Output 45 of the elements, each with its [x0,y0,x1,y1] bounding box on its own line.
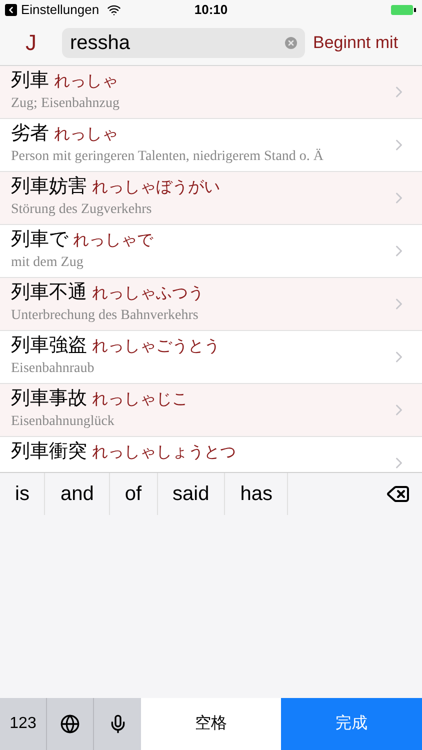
word-text: 劣者 [11,122,49,146]
filter-button[interactable]: Beginnt mit [313,30,398,56]
done-key[interactable]: 完成 [281,698,422,750]
reading-text: れっしゃふつう [92,284,204,304]
reading-text: れっしゃごうとう [92,337,220,357]
word-text: 列車妨害 [11,175,87,199]
meaning-text: Eisenbahnunglück [11,413,116,431]
result-row[interactable]: 列車妨害 れっしゃぼうがい Störung des Zugverkehrs [0,172,422,225]
reading-text: れっしゃ [54,72,118,92]
space-key[interactable]: 空格 [141,698,281,750]
mode-button[interactable]: J [0,26,62,59]
reading-text: れっしゃじこ [92,390,188,410]
globe-key[interactable] [47,698,94,750]
result-row[interactable]: 列車強盗 れっしゃごうとう Eisenbahnraub [0,331,422,384]
reading-text: れっしゃしょうとつ [92,443,236,463]
meaning-text: Eisenbahnraub [11,360,96,378]
result-row[interactable]: 劣者 れっしゃ Person mit geringeren Talenten, niedrigerem Stand o. Ä [0,119,422,172]
meaning-text: Unterbrechung des Bahnverkehrs [11,307,200,325]
reading-text: れっしゃぼうがい [92,178,220,198]
mic-key[interactable] [94,698,141,750]
word-text: 列車 [11,69,49,93]
result-row[interactable]: 列車で れっしゃで mit dem Zug [0,225,422,278]
meaning-text: mit dem Zug [11,254,84,272]
globe-icon [60,714,80,734]
reading-text: れっしゃで [73,231,153,251]
search-field[interactable]: ressha [62,28,305,58]
meaning-text: Störung des Zugverkehrs [11,201,153,219]
result-row[interactable]: 列車衝突 れっしゃしょうとつ [0,437,422,472]
status-time: 10:10 [194,1,228,20]
battery-icon [391,4,417,16]
word-text: 列車衝突 [11,440,87,464]
result-row[interactable]: 列車 れっしゃ Zug; Eisenbahnzug [0,66,422,119]
meaning-text: Person mit geringeren Talenten, niedrigerem Stand o. Ä [11,148,325,166]
wifi-icon [107,3,122,17]
meaning-text: Zug; Eisenbahnzug [11,95,120,113]
result-row[interactable]: 列車不通 れっしゃふつう Unterbrechung des Bahnverkehrs [0,278,422,331]
word-text: 列車強盗 [11,334,87,358]
numbers-key[interactable]: 123 [0,698,47,750]
word-text: 列車で [11,228,68,252]
back-icon[interactable] [5,4,17,16]
word-text: 列車不通 [11,281,87,305]
reading-text: れっしゃ [54,125,118,145]
back-label[interactable]: Einstellungen [21,0,100,20]
word-text: 列車事故 [11,387,87,411]
result-row[interactable]: 列車事故 れっしゃじこ Eisenbahnunglück [0,384,422,437]
